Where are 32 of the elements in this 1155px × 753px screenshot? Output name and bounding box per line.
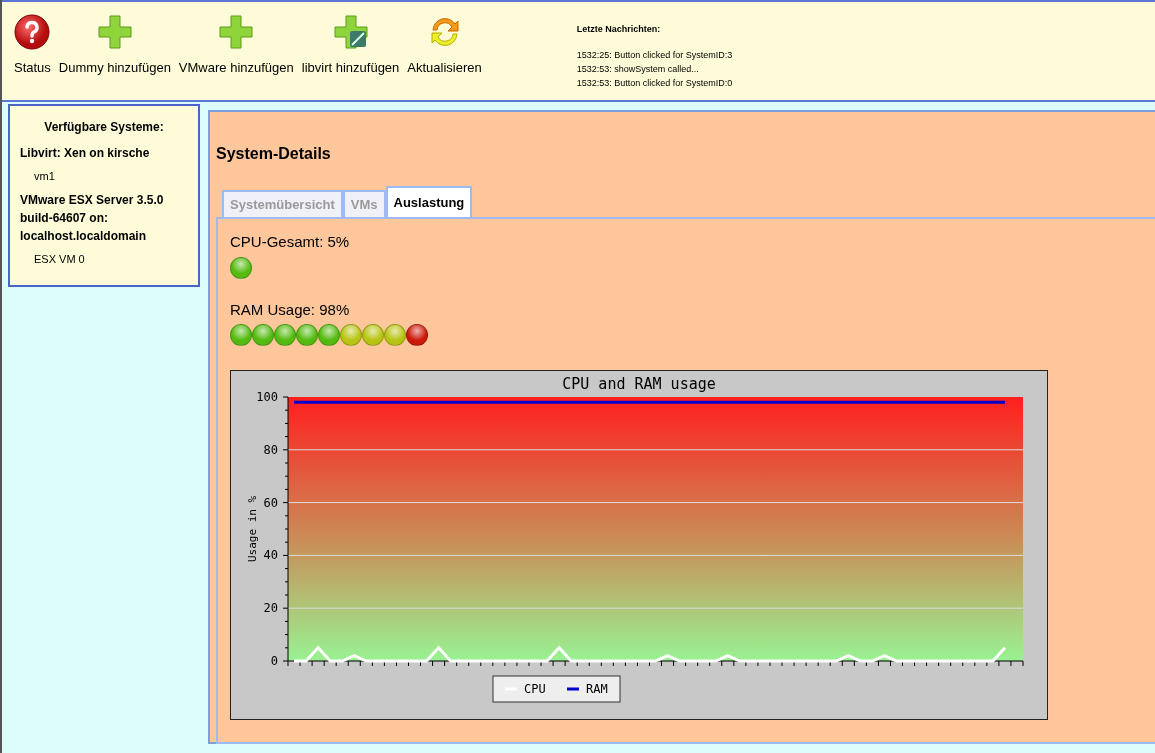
system-item[interactable]: VMware ESX Server 3.5.0 build-64607 on: localhost.localdomain xyxy=(20,190,188,245)
toolbar-button[interactable]: libvirt hinzufügen xyxy=(301,14,400,78)
y-axis-label: Usage in % xyxy=(246,495,259,563)
chart-title: CPU and RAM usage xyxy=(562,375,716,393)
vm-item[interactable]: ESX VM 0 xyxy=(20,250,188,267)
meter-label: RAM Usage: 98% xyxy=(230,299,351,320)
meter-label: CPU-Gesamt: 5% xyxy=(230,232,351,252)
y-tick-label: 80 xyxy=(263,442,278,457)
system-item[interactable]: Libvirt: Xen on kirsche xyxy=(20,144,188,162)
details-title: System-Details xyxy=(216,144,332,164)
toolbar-button[interactable]: VMware hinzufügen xyxy=(178,14,294,78)
message-line: 1532:53: showSystem called... xyxy=(576,63,700,76)
y-tick-label: 60 xyxy=(263,495,278,510)
question-icon xyxy=(14,14,51,50)
y-tick-label: 40 xyxy=(263,548,278,563)
legend-label: RAM xyxy=(586,682,608,696)
messages-title: Letzte Nachrichten: xyxy=(576,23,662,36)
message-line: 1532:25: Button clicked for SystemID:3 xyxy=(576,49,733,62)
y-tick-label: 20 xyxy=(263,601,278,616)
plus-icon xyxy=(96,14,133,50)
legend-label: CPU xyxy=(524,682,546,696)
toolbar-button[interactable]: Aktualisieren xyxy=(407,14,482,78)
sidebar-title: Verfügbare Systeme: xyxy=(43,119,165,136)
toolbar-button[interactable]: Dummy hinzufügen xyxy=(58,14,171,78)
message-line: 1532:53: Button clicked for SystemID:0 xyxy=(576,77,733,90)
plus-icon xyxy=(218,14,255,50)
y-tick-label: 100 xyxy=(256,390,278,404)
toolbar-button[interactable]: Status xyxy=(14,14,51,78)
vm-item[interactable]: vm1 xyxy=(20,168,188,185)
tab[interactable]: Auslastung xyxy=(385,186,473,217)
plus-card-icon xyxy=(332,14,369,50)
y-tick-label: 0 xyxy=(270,654,278,668)
